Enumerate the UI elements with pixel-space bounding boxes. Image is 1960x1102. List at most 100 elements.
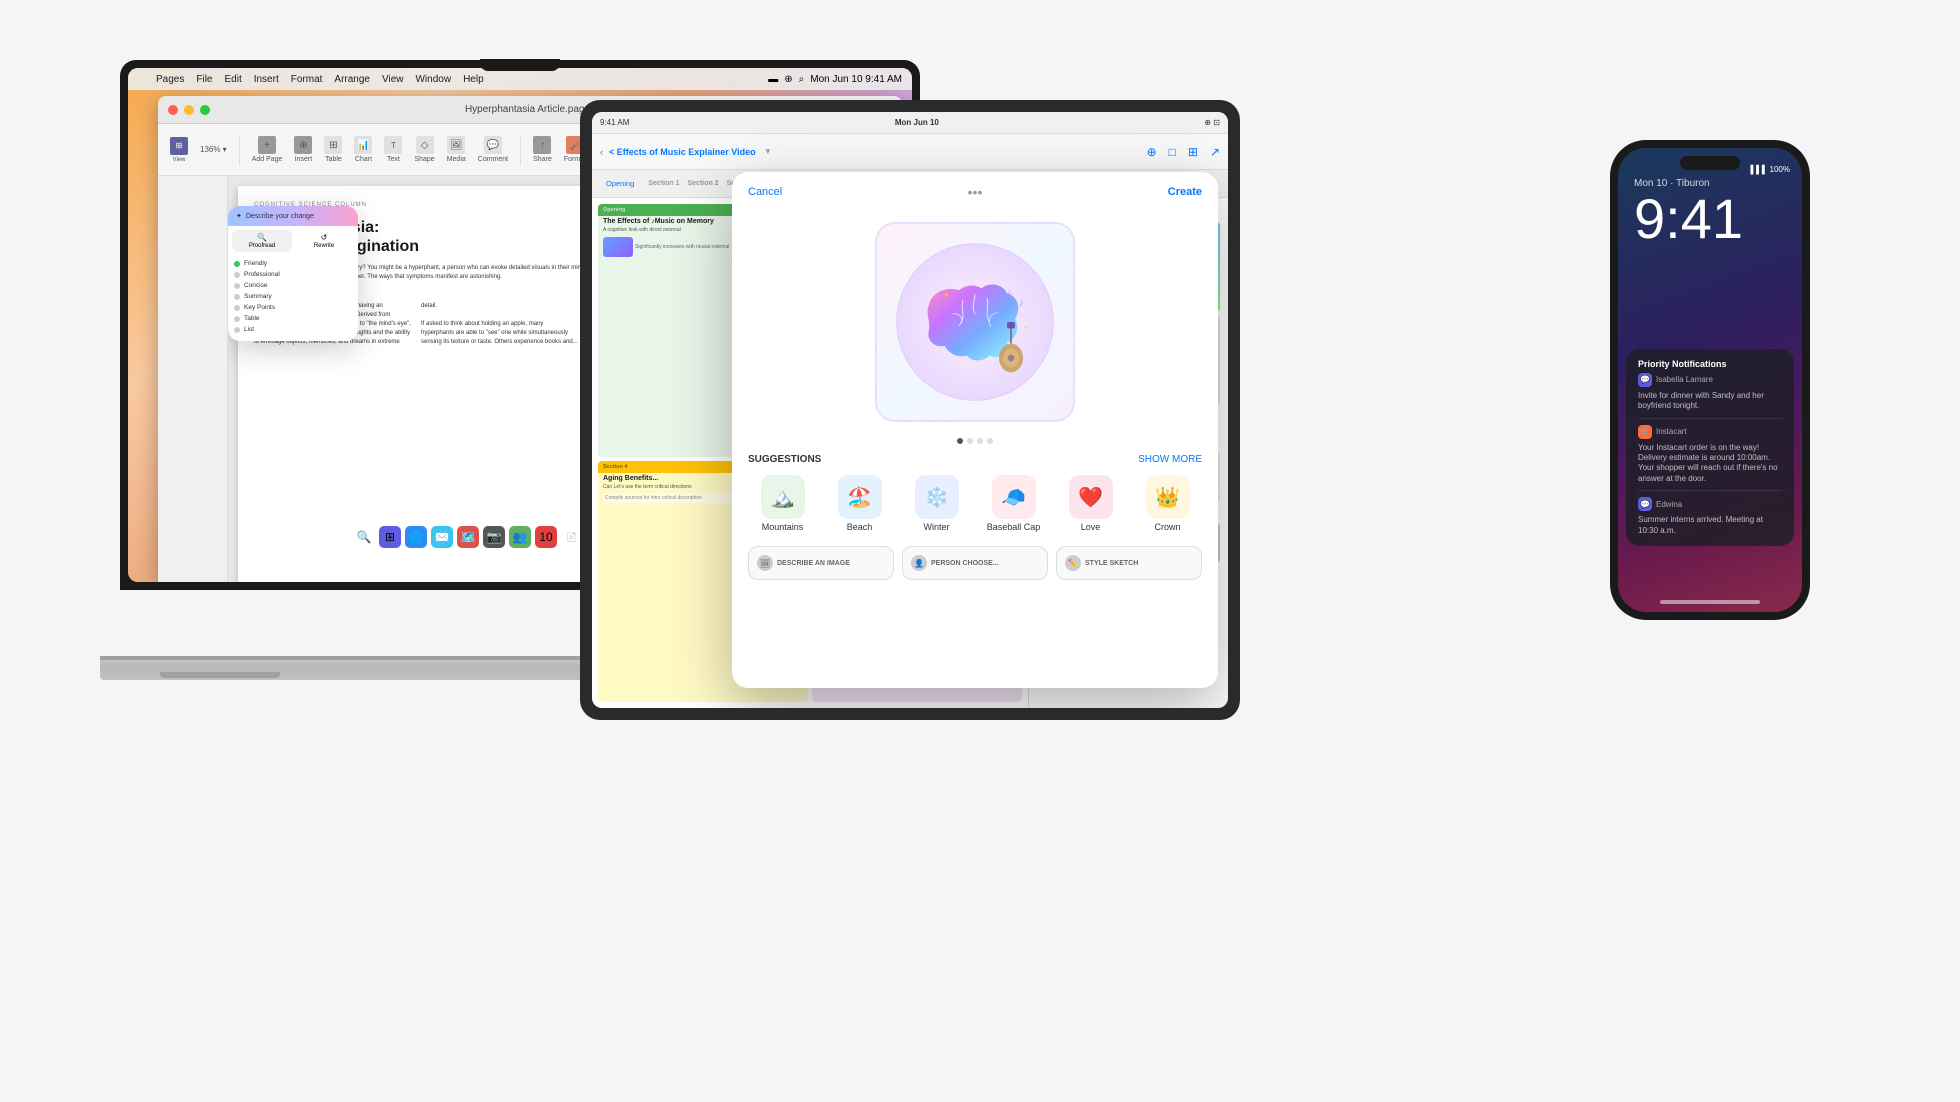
iphone: ▌▌▌ 100% Mon 10 · Tiburon 9:41 Priority … [1610, 140, 1810, 620]
macbook-menubar: Pages File Edit Insert Format Arrange Vi… [128, 68, 912, 90]
pages-window-title: Hyperphantasia Article.pages [465, 104, 595, 115]
chart-btn[interactable]: 📊 Chart [350, 134, 376, 165]
describe-image-btn[interactable]: 🖼 DESCRIBE AN IMAGE [748, 546, 894, 580]
menu-help[interactable]: Help [463, 74, 484, 85]
minimize-button[interactable] [184, 105, 194, 115]
toolbar-group-insert: + Add Page ⊕ Insert ⊞ Table [248, 134, 512, 165]
toolbar-group-left: ⊞ View 136% ▾ [166, 135, 231, 165]
notif-header-2: 🛒 Instacart [1638, 425, 1782, 439]
dot-3 [977, 438, 983, 444]
modal-cancel-btn[interactable]: Cancel [748, 186, 782, 198]
ipad-toolbar-icon-2[interactable]: □ [1169, 145, 1176, 159]
ai-popup-header: ✦ Describe your change [228, 206, 358, 226]
suggestion-crown[interactable]: 👑 Crown [1133, 475, 1202, 532]
notif-body-1: Invite for dinner with Sandy and her boy… [1638, 391, 1782, 412]
comment-btn[interactable]: 💬 Comment [474, 134, 512, 165]
menu-pages[interactable]: Pages [156, 74, 184, 85]
media-btn[interactable]: 🖼 Media [443, 134, 470, 165]
shape-btn[interactable]: ◇ Shape [410, 134, 438, 165]
ai-option-friendly[interactable]: Friendly [234, 258, 352, 269]
ipad-time: 9:41 AM [600, 118, 629, 127]
suggestion-beach[interactable]: 🏖️ Beach [825, 475, 894, 532]
svg-text:✦: ✦ [1023, 325, 1028, 332]
image-gen-modal: Cancel ••• Create [732, 172, 1218, 688]
menu-window[interactable]: Window [415, 74, 451, 85]
show-more-btn[interactable]: SHOW MORE [1138, 454, 1202, 465]
scene: Pages File Edit Insert Format Arrange Vi… [0, 0, 1960, 1102]
menu-format[interactable]: Format [291, 74, 323, 85]
winter-icon: ❄️ [915, 475, 959, 519]
option-dot [234, 327, 240, 333]
style-sketch-btn[interactable]: ✏️ STYLE SKETCH [1056, 546, 1202, 580]
ipad-back-arrow[interactable]: ‹ [600, 147, 603, 157]
option-dot [234, 294, 240, 300]
menu-file[interactable]: File [196, 74, 212, 85]
dock-photos[interactable]: 📷 [483, 526, 505, 548]
modal-ai-image: ♪ ♩ ♫ ✦ ✦ [875, 222, 1075, 422]
macbook-notch [480, 59, 560, 71]
share-btn[interactable]: ↑ Share [529, 134, 556, 165]
dock-finder[interactable]: 🔍 [353, 526, 375, 548]
search-icon[interactable]: ⌕ [799, 74, 805, 85]
menu-view[interactable]: View [382, 74, 404, 85]
proofread-tab[interactable]: 🔍 Proofread [232, 230, 292, 252]
dock-maps[interactable]: 🗺️ [457, 526, 479, 548]
text-btn[interactable]: T Text [380, 134, 406, 165]
ai-option-professional[interactable]: Professional [234, 269, 352, 280]
section-opening[interactable]: Opening [600, 177, 640, 190]
ipad-nav-dropdown[interactable]: ▾ [766, 146, 771, 157]
ipad-body: 9:41 AM Mon Jun 10 ⊕ ⊡ ‹ < Effects of Mu… [580, 100, 1240, 720]
ai-popup-title: Describe your change [246, 213, 314, 220]
suggestion-love[interactable]: ❤️ Love [1056, 475, 1125, 532]
dock-mail[interactable]: ✉️ [431, 526, 453, 548]
option-dot [234, 316, 240, 322]
suggestion-baseball-cap[interactable]: 🧢 Baseball Cap [979, 475, 1048, 532]
iphone-time-area: Mon 10 · Tiburon 9:41 [1634, 178, 1786, 251]
menu-arrange[interactable]: Arrange [334, 74, 370, 85]
ai-option-keypoints[interactable]: Key Points [234, 302, 352, 313]
modal-image-area: ♪ ♩ ♫ ✦ ✦ [732, 212, 1218, 432]
notif-app-3: Edwina [1656, 500, 1782, 509]
modal-suggestions-grid: 🏔️ Mountains 🏖️ Beach ❄️ Winter 🧢 [732, 469, 1218, 538]
ipad-nav: ‹ < Effects of Music Explainer Video ▾ ⊕… [592, 134, 1228, 170]
iphone-dynamic-island [1680, 156, 1740, 170]
suggestion-mountains[interactable]: 🏔️ Mountains [748, 475, 817, 532]
maximize-button[interactable] [200, 105, 210, 115]
insert-btn[interactable]: ⊕ Insert [290, 134, 316, 165]
suggestion-winter[interactable]: ❄️ Winter [902, 475, 971, 532]
add-page-btn[interactable]: + Add Page [248, 134, 287, 165]
table-btn[interactable]: ⊞ Table [320, 134, 346, 165]
ipad-toolbar-icon-3[interactable]: ⊞ [1188, 145, 1198, 159]
dock-calendar[interactable]: 10 [535, 526, 557, 548]
ai-writing-popup: ✦ Describe your change 🔍 Proofread [228, 206, 358, 341]
option-dot [234, 261, 240, 267]
ipad-menubar: 9:41 AM Mon Jun 10 ⊕ ⊡ [592, 112, 1228, 134]
ipad-toolbar-icon-1[interactable]: ⊕ [1147, 145, 1157, 159]
modal-create-btn[interactable]: Create [1168, 186, 1202, 198]
section-2-label: Section 2 [687, 180, 718, 187]
ai-option-concise[interactable]: Concise [234, 280, 352, 291]
menu-insert[interactable]: Insert [254, 74, 279, 85]
ipad-status-icons: ⊕ ⊡ [1204, 118, 1220, 127]
dock-safari[interactable]: 🌐 [405, 526, 427, 548]
ipad-back-label[interactable]: < Effects of Music Explainer Video [609, 147, 756, 157]
ai-option-summary[interactable]: Summary [234, 291, 352, 302]
ipad-toolbar-icon-4[interactable]: ↗ [1210, 145, 1220, 159]
mountains-icon: 🏔️ [761, 475, 805, 519]
dock-contacts[interactable]: 👥 [509, 526, 531, 548]
priority-notification-card[interactable]: Priority Notifications 💬 Isabella Lamare… [1626, 349, 1794, 546]
menu-edit[interactable]: Edit [224, 74, 241, 85]
dock-launchpad[interactable]: ⊞ [379, 526, 401, 548]
close-button[interactable] [168, 105, 178, 115]
ai-option-list[interactable]: List [234, 324, 352, 335]
person-choose-btn[interactable]: 👤 PERSON CHOOSE... [902, 546, 1048, 580]
rewrite-icon: ↺ [321, 233, 328, 242]
zoom-btn[interactable]: 136% ▾ [196, 143, 231, 156]
rewrite-tab[interactable]: ↺ Rewrite [294, 230, 354, 252]
modal-more-btn[interactable]: ••• [968, 184, 983, 200]
iphone-body: ▌▌▌ 100% Mon 10 · Tiburon 9:41 Priority … [1610, 140, 1810, 620]
view-btn[interactable]: ⊞ View [166, 135, 192, 165]
section-1-label: Section 1 [648, 180, 679, 187]
iphone-notifications: Priority Notifications 💬 Isabella Lamare… [1626, 349, 1794, 552]
ai-option-table[interactable]: Table [234, 313, 352, 324]
